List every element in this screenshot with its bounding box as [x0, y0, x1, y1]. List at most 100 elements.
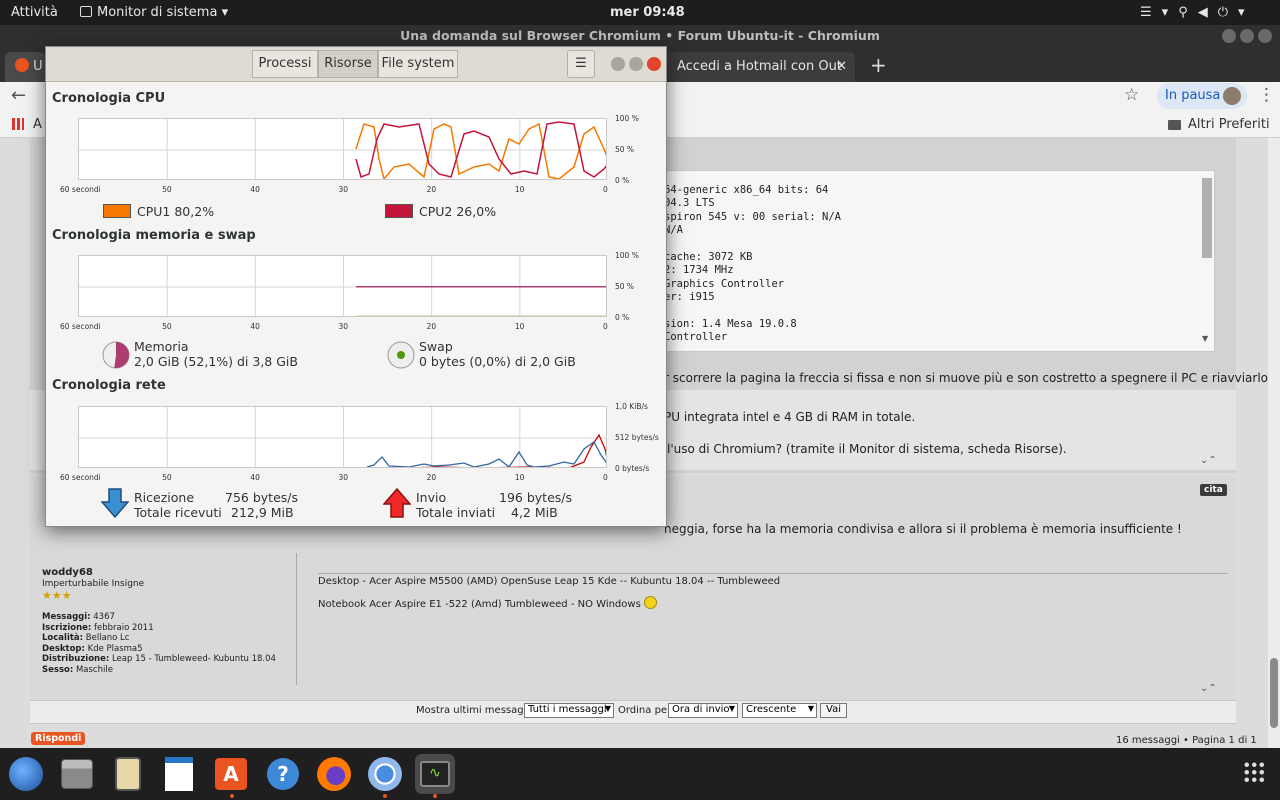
system-monitor-icon[interactable]: ∿ — [415, 754, 455, 794]
ubuntu-favicon-icon — [15, 58, 29, 72]
username[interactable]: woddy68 — [42, 567, 93, 578]
cita-button[interactable]: cita — [1200, 484, 1227, 496]
x-tick-label: 20 — [426, 185, 437, 194]
files-icon[interactable] — [57, 754, 97, 794]
signature-line-2-text: Notebook Acer Aspire E1 -522 (Amd) Tumbl… — [318, 599, 641, 610]
maximize-icon[interactable] — [629, 57, 643, 71]
tab-hotmail[interactable]: Accedi a Hotmail con Out ✕ — [665, 52, 855, 82]
apps-link[interactable]: A — [33, 117, 42, 132]
code-scrollbar[interactable] — [1202, 178, 1212, 258]
y-tick-label: 0 % — [615, 313, 630, 322]
apps-grid-icon[interactable] — [12, 118, 24, 130]
new-tab-button[interactable]: + — [870, 53, 887, 77]
paused-profile-button[interactable]: In pausa — [1157, 83, 1247, 109]
filter-go-button[interactable]: Vai — [820, 703, 847, 718]
memory-value: 2,0 GiB (52,1%) di 3,8 GiB — [134, 354, 298, 369]
writer-glyph — [165, 757, 193, 791]
code-scroll-down-icon[interactable]: ▼ — [1202, 334, 1208, 343]
page-scrollbar-thumb[interactable] — [1270, 658, 1278, 728]
post-text-gpu: PU integrata intel e 4 GB di RAM in tota… — [664, 410, 916, 424]
page-scrollbar[interactable] — [1268, 138, 1280, 748]
system-tray[interactable]: ☰▾⚲◀⏻▾ — [1140, 5, 1255, 20]
user-field-value: Leap 15 - Tumbleweed- Kubuntu 18.04 — [109, 654, 276, 665]
filter-show-select[interactable]: Tutti i messaggi ▼ — [524, 703, 614, 718]
software-glyph: A — [215, 758, 247, 790]
receive-rate: 756 bytes/s — [225, 490, 298, 505]
other-bookmarks[interactable]: Altri Preferiti — [1188, 117, 1270, 132]
window-controls — [1222, 29, 1272, 43]
system-monitor-window: Processi Risorse File system ☰ Cronologi… — [45, 46, 667, 527]
chromium-icon[interactable] — [365, 754, 405, 794]
code-line: spiron 545 v: 00 serial: N/A — [664, 210, 842, 223]
swap-label: Swap — [419, 339, 453, 354]
post-nav-icons[interactable]: ⌄⌃ — [1200, 455, 1217, 466]
rhythmbox-icon[interactable] — [108, 754, 148, 794]
menu-dots-icon[interactable]: ⋮ — [1258, 85, 1275, 105]
input-method-icon[interactable]: ☰▾ — [1140, 5, 1178, 20]
filter-sort-select[interactable]: Ora di invio ▼ — [668, 703, 738, 718]
software-icon[interactable]: A — [211, 754, 251, 794]
chromium-glyph — [368, 757, 402, 791]
user-field: Sesso: Maschile — [42, 665, 276, 676]
close-icon[interactable] — [647, 57, 661, 71]
tab-processes[interactable]: Processi — [252, 50, 318, 78]
code-line: Graphics Controller — [664, 277, 785, 290]
show-applications-icon[interactable] — [1243, 761, 1265, 783]
code-line: 64-generic x86_64 bits: 64 — [664, 184, 829, 196]
power-icon[interactable]: ⏻▾ — [1218, 5, 1255, 20]
tab-file-systems[interactable]: File system — [378, 50, 458, 78]
receive-total: 212,9 MiB — [231, 505, 294, 520]
tab-resources[interactable]: Risorse — [318, 50, 378, 78]
cpu2-swatch[interactable] — [385, 204, 413, 218]
activities-button[interactable]: Attività — [11, 5, 58, 20]
minimize-icon[interactable] — [1222, 29, 1236, 43]
x-tick-label: 0 — [603, 185, 608, 194]
select-arrow-icon: ▼ — [728, 704, 735, 713]
tab-close-icon[interactable]: ✕ — [836, 52, 847, 82]
tab-forum[interactable]: U — [5, 52, 45, 82]
user-profile-fields: Messaggi: 4367 Iscrizione: febbraio 2011 L… — [42, 612, 276, 676]
help-icon[interactable]: ? — [263, 754, 303, 794]
tab-label: U — [33, 59, 43, 74]
send-arrow-icon[interactable] — [383, 488, 411, 518]
close-icon[interactable] — [1258, 29, 1272, 43]
signature-line-2: Notebook Acer Aspire E1 -522 (Amd) Tumbl… — [318, 596, 657, 610]
post-nav-icons-2[interactable]: ⌄⌃ — [1200, 683, 1217, 694]
app-menu-label: Monitor di sistema — [97, 5, 218, 20]
maximize-icon[interactable] — [1240, 29, 1254, 43]
top-panel: Attività Monitor di sistema ▾ mer 09:48 … — [0, 0, 1280, 25]
volume-icon[interactable]: ◀ — [1198, 5, 1218, 20]
minimize-icon[interactable] — [611, 57, 625, 71]
hamburger-menu-button[interactable]: ☰ — [567, 50, 595, 78]
select-arrow-icon: ▼ — [604, 704, 611, 713]
memory-pie[interactable] — [101, 340, 131, 370]
x-tick-label: 50 — [162, 322, 172, 331]
filter-show-value: Tutti i messaggi — [528, 704, 607, 715]
memory-label: Memoria — [134, 339, 189, 354]
filter-sort-value: Ora di invio — [672, 704, 730, 715]
pie-slice — [114, 342, 129, 368]
y-tick-label: 0 bytes/s — [615, 464, 650, 473]
network-icon[interactable]: ⚲ — [1178, 5, 1198, 20]
writer-icon[interactable] — [159, 754, 199, 794]
cpu1-label: CPU1 — [137, 204, 171, 219]
code-line: 2: 1734 MHz — [664, 264, 734, 277]
avatar — [1223, 87, 1241, 105]
monitor-icon — [80, 6, 92, 17]
user-field: Iscrizione: febbraio 2011 — [42, 623, 276, 634]
filter-order-select[interactable]: Crescente ▼ — [742, 703, 817, 718]
rhythmbox-glyph — [115, 757, 141, 791]
send-total: 4,2 MiB — [511, 505, 558, 520]
back-icon[interactable]: ← — [11, 85, 26, 106]
thunderbird-icon[interactable] — [6, 754, 46, 794]
clock[interactable]: mer 09:48 — [610, 5, 685, 20]
cpu1-swatch[interactable] — [103, 204, 131, 218]
cpu1-value: 80,2% — [174, 204, 215, 219]
firefox-icon[interactable] — [314, 754, 354, 794]
app-menu[interactable]: Monitor di sistema ▾ — [80, 5, 228, 20]
user-field-key: Messaggi: — [42, 612, 91, 622]
receive-arrow-icon[interactable] — [101, 488, 129, 518]
reply-button[interactable]: Rispondi — [31, 732, 86, 745]
swap-pie[interactable] — [386, 340, 416, 370]
bookmark-star-icon[interactable]: ☆ — [1124, 85, 1139, 105]
